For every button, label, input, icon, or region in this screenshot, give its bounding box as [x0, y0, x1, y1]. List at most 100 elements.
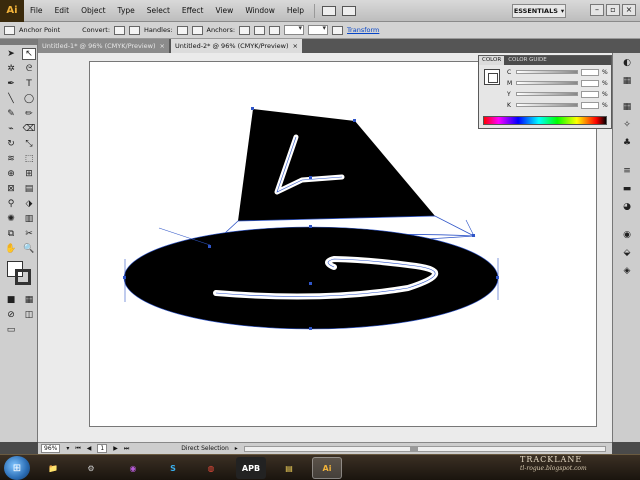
convert-to-corner-icon[interactable]	[114, 25, 126, 35]
taskbar-skype[interactable]: S	[158, 457, 188, 479]
first-artboard-icon[interactable]: ⏮	[75, 445, 80, 453]
warp-tool-icon[interactable]: ≋	[4, 153, 18, 165]
taskbar-explorer[interactable]: 📁	[38, 457, 68, 479]
c-value-field[interactable]	[581, 68, 599, 76]
workspace-switcher[interactable]: ESSENTIALS ▾	[512, 4, 566, 18]
start-button[interactable]: ⊞	[4, 456, 30, 480]
screen-mode-icon[interactable]: ▭	[4, 324, 18, 336]
color-spectrum-bar[interactable]	[483, 116, 607, 125]
menu-select[interactable]: Select	[141, 0, 176, 22]
brushes-icon[interactable]: ✧	[620, 119, 634, 131]
eyedropper-tool-icon[interactable]: ⚲	[4, 198, 18, 210]
tool-menu-icon[interactable]: ▸	[235, 445, 238, 452]
current-tool-label[interactable]: Direct Selection	[181, 445, 229, 452]
cut-path-icon[interactable]	[269, 25, 281, 35]
menu-type[interactable]: Type	[112, 0, 141, 22]
scrollbar-thumb[interactable]	[410, 446, 419, 451]
next-artboard-icon[interactable]: ▶	[113, 445, 118, 452]
rotate-tool-icon[interactable]: ↻	[4, 138, 18, 150]
chevron-down-icon[interactable]: ▾	[66, 445, 69, 452]
layers-panel-icon[interactable]: ◈	[620, 265, 634, 277]
connect-anchor-icon[interactable]	[254, 25, 266, 35]
distribute-dropdown[interactable]	[308, 24, 329, 35]
anchor-point[interactable]	[309, 176, 312, 179]
c-slider[interactable]	[516, 70, 578, 74]
menu-file[interactable]: File	[24, 0, 49, 22]
perspective-grid-tool-icon[interactable]: ⊞	[22, 168, 36, 180]
menu-help[interactable]: Help	[281, 0, 310, 22]
zoom-tool-icon[interactable]: 🔍	[22, 243, 36, 255]
pen-tool-icon[interactable]: ✒	[4, 78, 18, 90]
direct-selection-tool-icon[interactable]: ↖	[22, 48, 36, 60]
tab-untitled-1[interactable]: Untitled-1* @ 96% (CMYK/Preview) ×	[38, 39, 169, 53]
artboard-tool-icon[interactable]: ⧉	[4, 228, 18, 240]
restore-button[interactable]: ▫	[606, 4, 620, 16]
gradient-tool-icon[interactable]: ▤	[22, 183, 36, 195]
anchor-point[interactable]	[309, 225, 312, 228]
taskbar-folder[interactable]: ▤	[274, 457, 304, 479]
pencil-tool-icon[interactable]: ✏	[22, 108, 36, 120]
blend-tool-icon[interactable]: ⬗	[22, 198, 36, 210]
gradient-mode-icon[interactable]: ▦	[22, 294, 36, 306]
anchor-point[interactable]	[309, 327, 312, 330]
column-graph-tool-icon[interactable]: ▥	[22, 213, 36, 225]
arrange-documents-icon[interactable]	[342, 5, 356, 16]
selection-tool-icon[interactable]: ➤	[4, 48, 18, 60]
eraser-tool-icon[interactable]: ⌫	[22, 123, 36, 135]
draw-normal-icon[interactable]: ◫	[22, 309, 36, 321]
fill-stroke-swatches[interactable]	[7, 261, 33, 287]
y-slider[interactable]	[516, 92, 578, 96]
convert-to-smooth-icon[interactable]	[129, 25, 141, 35]
tab-untitled-2[interactable]: Untitled-2* @ 96% (CMYK/Preview) ×	[170, 39, 302, 53]
stroke-swatch[interactable]	[15, 269, 31, 285]
close-icon[interactable]: ×	[293, 39, 298, 53]
taskbar-media[interactable]: ◉	[118, 457, 148, 479]
hide-handles-icon[interactable]	[191, 25, 203, 35]
artboard-number-field[interactable]: 1	[97, 444, 108, 453]
mesh-tool-icon[interactable]: ⊠	[4, 183, 18, 195]
appearance-panel-icon[interactable]: ◉	[620, 229, 634, 241]
hat-crown[interactable]	[238, 109, 435, 221]
color-guide-icon[interactable]: ▦	[620, 75, 634, 87]
ellipse-tool-icon[interactable]: ◯	[22, 93, 36, 105]
gradient-panel-icon[interactable]: ▬	[620, 183, 634, 195]
tab-color[interactable]: COLOR	[479, 56, 505, 65]
m-slider[interactable]	[516, 81, 578, 85]
type-tool-icon[interactable]: T	[22, 78, 36, 90]
taskbar-illustrator[interactable]: Ai	[312, 457, 342, 479]
k-value-field[interactable]	[581, 101, 599, 109]
color-mode-icon[interactable]: ■	[4, 294, 18, 306]
minimize-button[interactable]: –	[590, 4, 604, 16]
paintbrush-tool-icon[interactable]: ✎	[4, 108, 18, 120]
none-mode-icon[interactable]: ⊘	[4, 309, 18, 321]
blob-brush-tool-icon[interactable]: ⌁	[4, 123, 18, 135]
horizontal-scrollbar[interactable]	[243, 445, 606, 452]
zoom-field[interactable]: 96%	[41, 444, 61, 453]
k-slider[interactable]	[516, 103, 578, 107]
menu-edit[interactable]: Edit	[49, 0, 76, 22]
hat-brim[interactable]	[123, 226, 499, 330]
transform-link[interactable]: Transform	[347, 26, 379, 34]
anchor-point[interactable]	[208, 245, 211, 248]
close-icon[interactable]: ×	[160, 39, 165, 53]
taskbar-chrome[interactable]: ◍	[196, 457, 226, 479]
show-handles-icon[interactable]	[176, 25, 188, 35]
magic-wand-tool-icon[interactable]: ✲	[4, 63, 18, 75]
swatches-icon[interactable]: ▦	[620, 101, 634, 113]
anchor-point[interactable]	[309, 282, 312, 285]
stroke-panel-icon[interactable]: ≡	[620, 165, 634, 177]
lasso-tool-icon[interactable]: ᘓ	[22, 63, 36, 75]
menu-window[interactable]: Window	[239, 0, 281, 22]
m-value-field[interactable]	[581, 79, 599, 87]
transparency-panel-icon[interactable]: ◕	[620, 201, 634, 213]
shape-builder-tool-icon[interactable]: ⊕	[4, 168, 18, 180]
close-button[interactable]: ×	[622, 4, 636, 16]
taskbar-steam[interactable]: ⚙	[76, 457, 106, 479]
align-dropdown[interactable]	[284, 24, 305, 35]
menu-view[interactable]: View	[210, 0, 240, 22]
prev-artboard-icon[interactable]: ◀	[87, 445, 92, 452]
line-tool-icon[interactable]: ╲	[4, 93, 18, 105]
graphic-styles-icon[interactable]: ⬙	[620, 247, 634, 259]
menu-object[interactable]: Object	[75, 0, 111, 22]
bridge-icon[interactable]	[322, 5, 336, 16]
